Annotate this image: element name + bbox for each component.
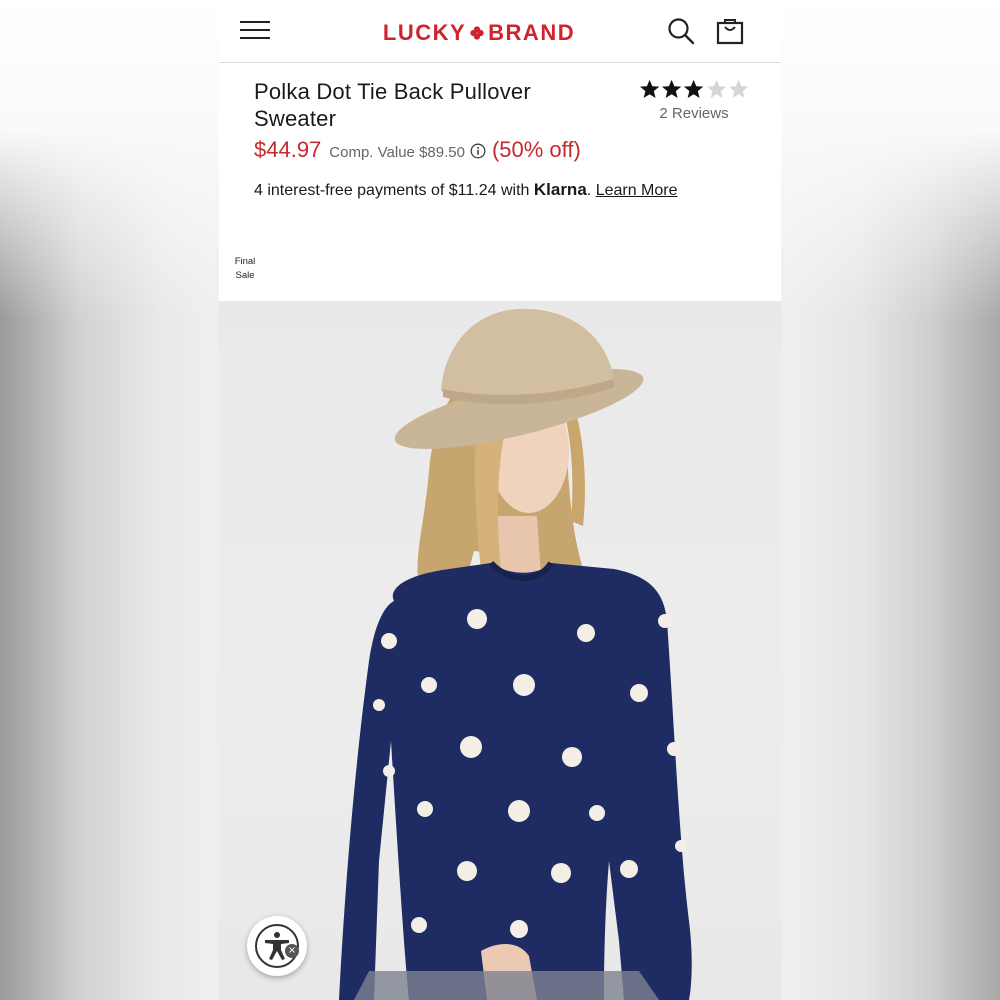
product-rating[interactable]: 2 Reviews	[639, 78, 749, 122]
klarna-logo: Klarna	[533, 180, 587, 199]
accessibility-button[interactable]	[247, 916, 307, 976]
comp-value: Comp. Value $89.50	[329, 144, 465, 161]
model-photo	[339, 308, 692, 1000]
star-filled-icon	[662, 79, 682, 98]
info-icon[interactable]	[470, 143, 486, 159]
discount-label: (50% off)	[491, 137, 581, 162]
rating-stars	[639, 78, 749, 104]
star-filled-icon	[639, 79, 660, 98]
klarna-period: .	[586, 182, 592, 199]
final-sale-line2: Sale	[235, 270, 255, 281]
final-sale-badge: Final Sale	[229, 255, 261, 283]
reviews-link[interactable]: 2 Reviews	[639, 105, 749, 122]
price-row: $44.97 Comp. Value $89.50 (50% off)	[254, 137, 581, 165]
sale-price: $44.97	[254, 137, 322, 162]
product-title: Polka Dot Tie Back Pullover Sweater	[254, 79, 531, 131]
brand-left: LUCKY	[382, 20, 467, 45]
final-sale-line1: Final	[234, 256, 256, 267]
product-image[interactable]	[219, 301, 781, 1000]
brand-right: BRAND	[488, 20, 576, 45]
clover-icon	[470, 26, 484, 40]
star-empty-icon	[706, 79, 726, 98]
brand-logo[interactable]: LUCKY BRAND	[373, 20, 585, 46]
klarna-text: 4 interest-free payments of $11.24 with	[254, 182, 534, 199]
bag-icon[interactable]	[716, 17, 744, 45]
mobile-page: LUCKY BRAND Polka Dot Tie Back Pullover …	[219, 0, 781, 1000]
accessibility-close-button[interactable]: ×	[285, 944, 299, 958]
search-icon[interactable]	[667, 17, 695, 45]
learn-more-link[interactable]: Learn More	[596, 182, 678, 199]
menu-icon[interactable]	[240, 19, 270, 41]
star-empty-icon	[728, 79, 749, 98]
star-filled-icon	[684, 79, 704, 98]
site-header: LUCKY BRAND	[219, 0, 781, 63]
klarna-message: 4 interest-free payments of $11.24 with …	[254, 180, 678, 200]
